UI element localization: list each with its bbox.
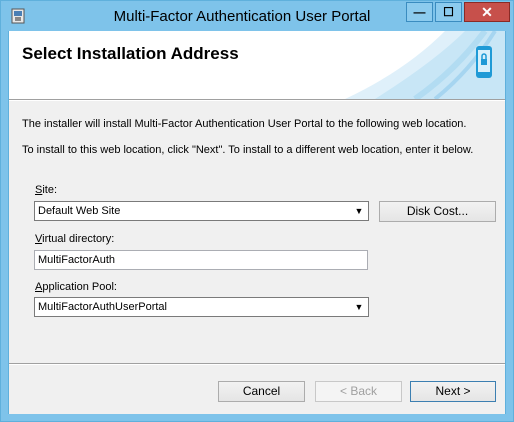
instruction-text: To install to this web location, click "… bbox=[22, 144, 474, 156]
dialog-client-area: Select Installation Address The installe… bbox=[8, 31, 506, 414]
phone-lock-icon bbox=[476, 46, 492, 78]
site-label: Site: bbox=[35, 184, 57, 196]
footer-separator bbox=[9, 363, 505, 365]
chevron-down-icon: ▼ bbox=[354, 206, 364, 216]
installer-app-icon bbox=[11, 8, 25, 24]
maximize-icon: ☐ bbox=[443, 5, 454, 19]
application-pool-label-text: pplication Pool: bbox=[42, 281, 117, 293]
application-pool-select-value: MultiFactorAuthUserPortal bbox=[38, 301, 167, 313]
intro-text: The installer will install Multi-Factor … bbox=[22, 118, 467, 130]
virtual-directory-label-text: irtual directory: bbox=[42, 233, 115, 245]
close-button[interactable]: ✕ bbox=[464, 2, 510, 22]
site-select-value: Default Web Site bbox=[38, 205, 121, 217]
site-select[interactable]: Default Web Site ▼ bbox=[34, 201, 369, 221]
next-button[interactable]: Next > bbox=[410, 381, 496, 402]
window-title: Multi-Factor Authentication User Portal bbox=[113, 8, 371, 25]
minimize-icon: — bbox=[413, 5, 426, 19]
header-separator bbox=[9, 99, 505, 101]
cancel-button[interactable]: Cancel bbox=[218, 381, 305, 402]
page-title: Select Installation Address bbox=[22, 44, 239, 63]
back-button[interactable]: < Back bbox=[315, 381, 402, 402]
virtual-directory-label: Virtual directory: bbox=[35, 233, 114, 245]
chevron-down-icon: ▼ bbox=[354, 302, 364, 312]
minimize-button[interactable]: — bbox=[406, 2, 433, 22]
maximize-button[interactable]: ☐ bbox=[435, 2, 462, 22]
title-bar[interactable]: Multi-Factor Authentication User Portal … bbox=[1, 1, 513, 31]
site-label-text: ite: bbox=[42, 184, 58, 196]
disk-cost-button[interactable]: Disk Cost... bbox=[379, 201, 496, 222]
application-pool-label: Application Pool: bbox=[35, 281, 117, 293]
header-banner: Select Installation Address bbox=[9, 31, 505, 99]
close-icon: ✕ bbox=[481, 4, 493, 20]
installer-window: Multi-Factor Authentication User Portal … bbox=[0, 0, 514, 422]
virtual-directory-input[interactable]: MultiFactorAuth bbox=[34, 250, 368, 270]
application-pool-select[interactable]: MultiFactorAuthUserPortal ▼ bbox=[34, 297, 369, 317]
window-bottom-border bbox=[1, 414, 513, 421]
